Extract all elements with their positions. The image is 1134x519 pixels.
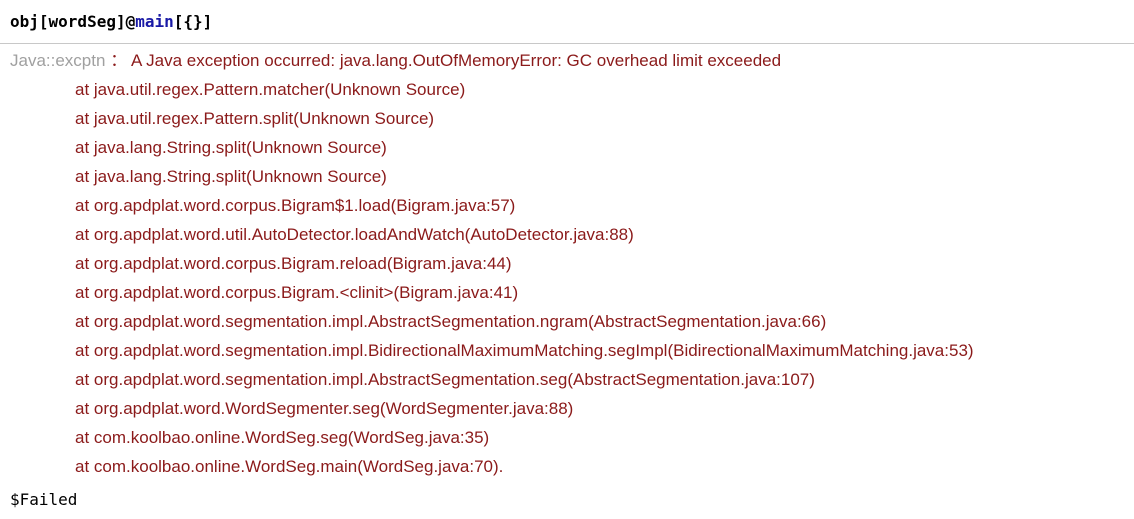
trace-line: at java.util.regex.Pattern.matcher(Unkno… <box>75 80 466 99</box>
trace-line: at org.apdplat.word.util.AutoDetector.lo… <box>75 225 634 244</box>
trace-line: at org.apdplat.word.segmentation.impl.Ab… <box>75 312 827 331</box>
message-header: Java::excptn ： A Java exception occurred… <box>10 49 1134 78</box>
trace-line: at org.apdplat.word.corpus.Bigram.<clini… <box>75 283 519 302</box>
input-prefix: obj[wordSeg]@ <box>10 12 136 31</box>
input-keyword: main <box>135 12 174 31</box>
trace-line: at org.apdplat.word.segmentation.impl.Bi… <box>75 341 974 360</box>
trace-line: at java.util.regex.Pattern.split(Unknown… <box>75 109 435 128</box>
trace-line: at com.koolbao.online.WordSeg.seg(WordSe… <box>75 428 490 447</box>
trace-line: at java.lang.String.split(Unknown Source… <box>75 138 387 157</box>
input-cell[interactable]: obj[wordSeg]@main[{}] <box>10 12 212 31</box>
trace-line: at java.lang.String.split(Unknown Source… <box>75 167 387 186</box>
message-tag[interactable]: Java::excptn <box>10 51 105 70</box>
trace-line: at org.apdplat.word.corpus.Bigram.reload… <box>75 254 512 273</box>
trace-line: at com.koolbao.online.WordSeg.main(WordS… <box>75 457 504 476</box>
message-separator: ： <box>110 51 128 70</box>
output-result: $Failed <box>10 490 78 509</box>
trace-line: at org.apdplat.word.corpus.Bigram$1.load… <box>75 196 516 215</box>
trace-line: at org.apdplat.word.WordSegmenter.seg(Wo… <box>75 399 574 418</box>
trace-line: at org.apdplat.word.segmentation.impl.Ab… <box>75 370 815 389</box>
exception-message: Java::excptn ： A Java exception occurred… <box>10 49 1134 484</box>
message-text: A Java exception occurred: java.lang.Out… <box>130 51 782 70</box>
input-suffix: [{}] <box>173 12 213 31</box>
cell-divider <box>0 43 1134 44</box>
